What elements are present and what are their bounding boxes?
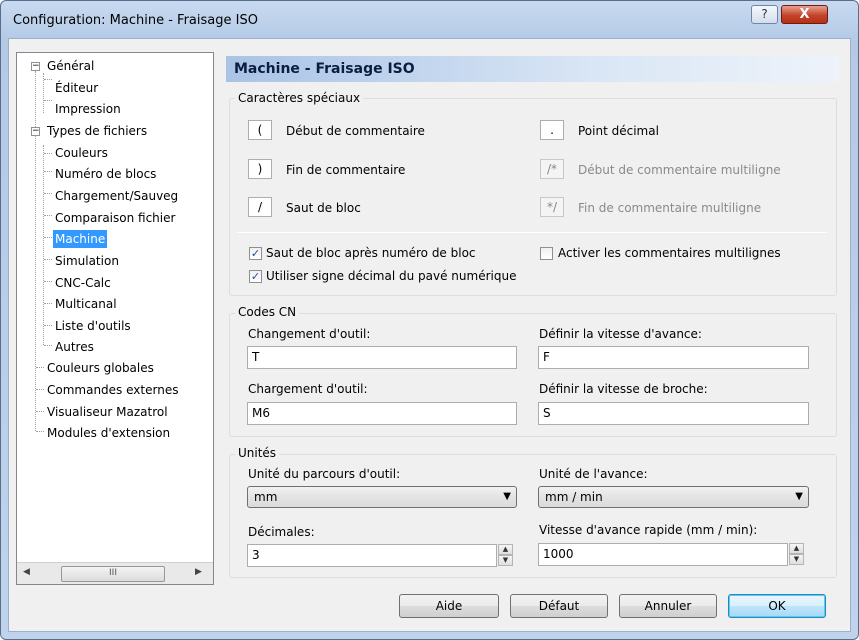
tree-item-load-save[interactable]: Chargement/Sauveg xyxy=(53,187,180,205)
tree-item-global-colors[interactable]: Couleurs globales xyxy=(45,359,156,377)
tool-load-label: Chargement d'outil: xyxy=(248,382,368,396)
tree-item-general[interactable]: Général xyxy=(45,57,96,75)
help-title-button[interactable]: ? xyxy=(751,5,778,24)
feed-rate-label: Définir la vitesse d'avance: xyxy=(539,327,702,341)
block-skip-field[interactable]: / xyxy=(248,197,272,217)
block-skip-label: Saut de bloc xyxy=(286,201,361,215)
tree-item-printing[interactable]: Impression xyxy=(53,100,123,118)
numpad-decimal-checkbox[interactable]: ✓ xyxy=(249,270,262,283)
ok-button[interactable]: OK xyxy=(728,594,826,618)
rapid-feed-spinner[interactable]: ▲ ▼ xyxy=(789,543,804,566)
tree-item-other[interactable]: Autres xyxy=(53,338,96,356)
multiline-comments-checkbox[interactable] xyxy=(540,247,553,260)
tree-item-file-compare[interactable]: Comparaison fichier xyxy=(53,209,177,227)
feed-unit-dropdown[interactable]: mm / min ▼ xyxy=(538,486,809,508)
window-title: Configuration: Machine - Fraisage ISO xyxy=(13,13,258,28)
scroll-left-arrow-icon[interactable]: ◀ xyxy=(23,567,30,577)
decimals-spinner[interactable]: ▲ ▼ xyxy=(498,544,513,567)
comment-start-field[interactable]: ( xyxy=(248,120,272,140)
spindle-speed-input[interactable]: S xyxy=(538,402,809,425)
spin-down-icon[interactable]: ▼ xyxy=(789,554,804,565)
expander-file-types[interactable]: − xyxy=(31,127,40,136)
spindle-speed-label: Définir la vitesse de broche: xyxy=(539,382,708,396)
panel-header: Machine - Fraisage ISO xyxy=(226,56,839,82)
special-chars-separator xyxy=(237,232,827,233)
toolpath-unit-label: Unité du parcours d'outil: xyxy=(248,467,401,481)
toolpath-unit-value: mm xyxy=(254,490,278,504)
tree-item-extension-modules[interactable]: Modules d'extension xyxy=(45,424,172,442)
ml-comment-start-label: Début de commentaire multiligne xyxy=(578,163,781,177)
tree-item-tool-list[interactable]: Liste d'outils xyxy=(53,317,133,335)
feed-unit-label: Unité de l'avance: xyxy=(539,467,648,481)
tool-change-label: Changement d'outil: xyxy=(248,327,371,341)
feed-unit-value: mm / min xyxy=(545,490,603,504)
chevron-down-icon: ▼ xyxy=(795,491,803,502)
tree-item-multichannel[interactable]: Multicanal xyxy=(53,295,119,313)
special-chars-group-label: Caractères spéciaux xyxy=(235,91,364,105)
rapid-feed-input[interactable]: 1000 xyxy=(538,543,788,566)
tree-item-external-commands[interactable]: Commandes externes xyxy=(45,381,180,399)
close-button[interactable]: X xyxy=(781,5,828,24)
tree-item-editor[interactable]: Éditeur xyxy=(53,79,100,97)
feed-rate-input[interactable]: F xyxy=(538,346,809,369)
panel-title: Machine - Fraisage ISO xyxy=(234,61,415,77)
cancel-button[interactable]: Annuler xyxy=(619,594,717,618)
decimal-point-label: Point décimal xyxy=(578,124,659,138)
tree-item-colors[interactable]: Couleurs xyxy=(53,144,110,162)
spin-down-icon[interactable]: ▼ xyxy=(498,555,513,566)
tool-load-input[interactable]: M6 xyxy=(247,402,517,425)
toolpath-unit-dropdown[interactable]: mm ▼ xyxy=(247,486,517,508)
help-button[interactable]: Aide xyxy=(399,594,499,618)
comment-start-label: Début de commentaire xyxy=(286,124,425,138)
rapid-feed-label: Vitesse d'avance rapide (mm / min): xyxy=(539,523,758,537)
chevron-down-icon: ▼ xyxy=(503,491,511,502)
scroll-right-arrow-icon[interactable]: ▶ xyxy=(195,567,202,577)
decimals-input[interactable]: 3 xyxy=(247,544,497,567)
spin-up-icon[interactable]: ▲ xyxy=(498,544,513,555)
ml-comment-start-field: /* xyxy=(540,159,564,179)
tool-change-input[interactable]: T xyxy=(247,346,517,369)
multiline-comments-label[interactable]: Activer les commentaires multilignes xyxy=(558,246,781,260)
comment-end-field[interactable]: ) xyxy=(248,159,272,179)
tree-horizontal-scrollbar[interactable]: ◀ III ▶ xyxy=(17,562,213,584)
tree-item-cnc-calc[interactable]: CNC-Calc xyxy=(53,274,113,292)
units-group-label: Unités xyxy=(235,446,280,460)
ml-comment-end-field: */ xyxy=(540,197,564,217)
spin-up-icon[interactable]: ▲ xyxy=(789,543,804,554)
tree-item-file-types[interactable]: Types de fichiers xyxy=(45,122,149,140)
tree-item-block-numbers[interactable]: Numéro de blocs xyxy=(53,165,158,183)
block-skip-after-number-label[interactable]: Saut de bloc après numéro de bloc xyxy=(266,246,476,260)
nc-codes-group-label: Codes CN xyxy=(235,305,300,319)
block-skip-after-number-checkbox[interactable]: ✓ xyxy=(249,247,262,260)
tree-item-mazatrol-viewer[interactable]: Visualiseur Mazatrol xyxy=(45,403,170,421)
scroll-thumb[interactable]: III xyxy=(61,566,165,582)
tree-item-simulation[interactable]: Simulation xyxy=(53,252,121,270)
comment-end-label: Fin de commentaire xyxy=(286,163,406,177)
decimals-label: Décimales: xyxy=(248,525,315,539)
tree-item-machine[interactable]: Machine xyxy=(53,230,108,248)
expander-general[interactable]: − xyxy=(31,62,40,71)
settings-tree[interactable]: − − Général Éditeur Impression Types de … xyxy=(16,52,214,585)
default-button[interactable]: Défaut xyxy=(510,594,608,618)
ml-comment-end-label: Fin de commentaire multiligne xyxy=(578,201,762,215)
numpad-decimal-label[interactable]: Utiliser signe décimal du pavé numérique xyxy=(266,269,516,283)
decimal-point-field[interactable]: . xyxy=(540,120,564,140)
title-bar: Configuration: Machine - Fraisage ISO ? … xyxy=(1,1,858,41)
